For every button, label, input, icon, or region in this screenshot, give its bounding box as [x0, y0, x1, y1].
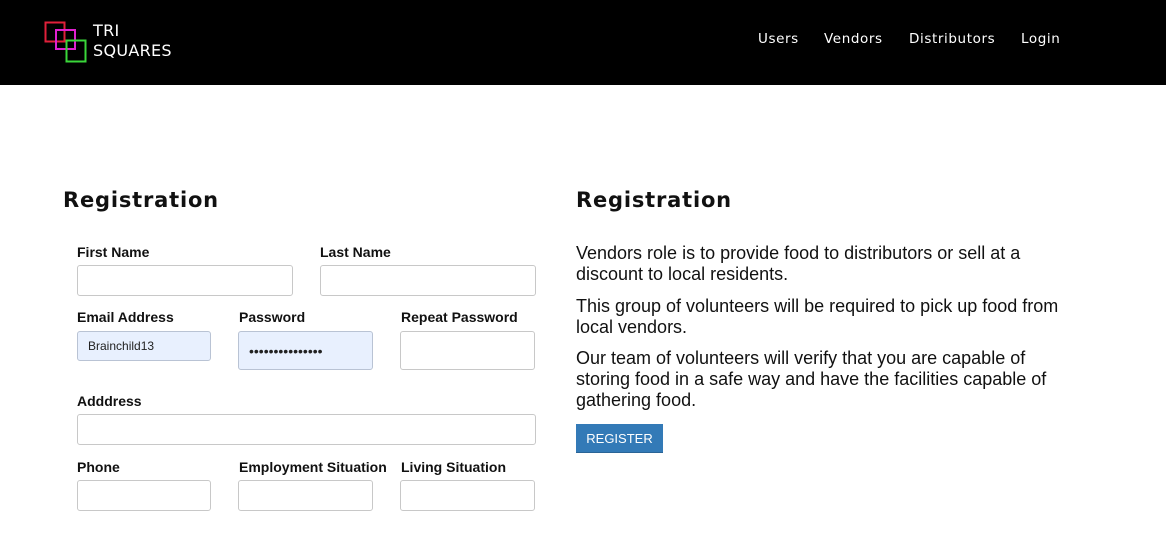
employment-input[interactable] — [238, 480, 373, 511]
form-heading: Registration — [63, 188, 219, 212]
address-input[interactable] — [77, 414, 536, 445]
brand-line-1: TRI — [93, 21, 120, 40]
password-label: Password — [239, 309, 306, 325]
brand-logo[interactable]: TRI SQUARES — [44, 19, 184, 65]
info-heading: Registration — [576, 188, 732, 212]
repeat-password-input[interactable] — [400, 331, 535, 370]
last-name-input[interactable] — [320, 265, 536, 296]
nav-users[interactable]: Users — [758, 31, 799, 47]
brand-name: TRI SQUARES — [93, 21, 172, 61]
address-label: Adddress — [77, 393, 142, 409]
info-paragraph-vendors: Vendors role is to provide food to distr… — [576, 243, 1021, 284]
info-paragraph-verification: Our team of volunteers will verify that … — [576, 348, 1047, 410]
employment-label: Employment Situation — [239, 459, 387, 475]
nav-distributors[interactable]: Distributors — [909, 31, 995, 47]
brand-line-2: SQUARES — [93, 41, 172, 60]
nav-vendors[interactable]: Vendors — [824, 31, 883, 47]
last-name-label: Last Name — [320, 244, 391, 260]
living-input[interactable] — [400, 480, 535, 511]
phone-input[interactable] — [77, 480, 211, 511]
living-label: Living Situation — [401, 459, 506, 475]
repeat-password-label: Repeat Password — [401, 309, 518, 325]
email-label: Email Address — [77, 309, 174, 325]
nav-login[interactable]: Login — [1021, 31, 1060, 47]
phone-label: Phone — [77, 459, 120, 475]
info-paragraph-volunteers: This group of volunteers will be require… — [576, 296, 1059, 337]
email-input[interactable] — [77, 331, 211, 361]
first-name-input[interactable] — [77, 265, 293, 296]
top-navbar: TRI SQUARES Users Vendors Distributors L… — [0, 0, 1166, 85]
password-input[interactable] — [238, 331, 373, 370]
tri-squares-logo-icon — [44, 21, 87, 63]
first-name-label: First Name — [77, 244, 150, 260]
register-button[interactable]: REGISTER — [576, 424, 663, 453]
